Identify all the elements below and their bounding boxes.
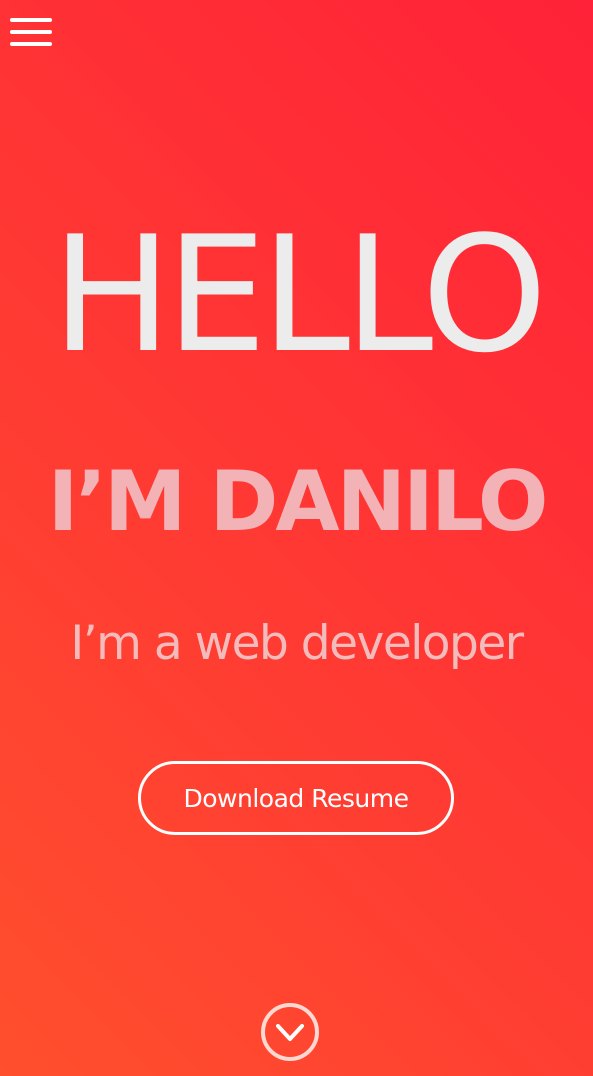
download-resume-button[interactable]: Download Resume [138, 761, 454, 835]
chevron-down-icon [276, 1024, 304, 1041]
hero-tagline: I’m a web developer [70, 616, 524, 671]
scroll-down-button[interactable] [261, 1003, 319, 1061]
hero-greeting: HELLO [51, 201, 548, 388]
menu-bar-middle [10, 30, 52, 34]
hamburger-menu-icon[interactable] [10, 18, 53, 49]
hero-name: I’M DANILO [47, 453, 549, 550]
menu-bar-top [10, 18, 52, 22]
menu-bar-bottom [10, 42, 52, 46]
